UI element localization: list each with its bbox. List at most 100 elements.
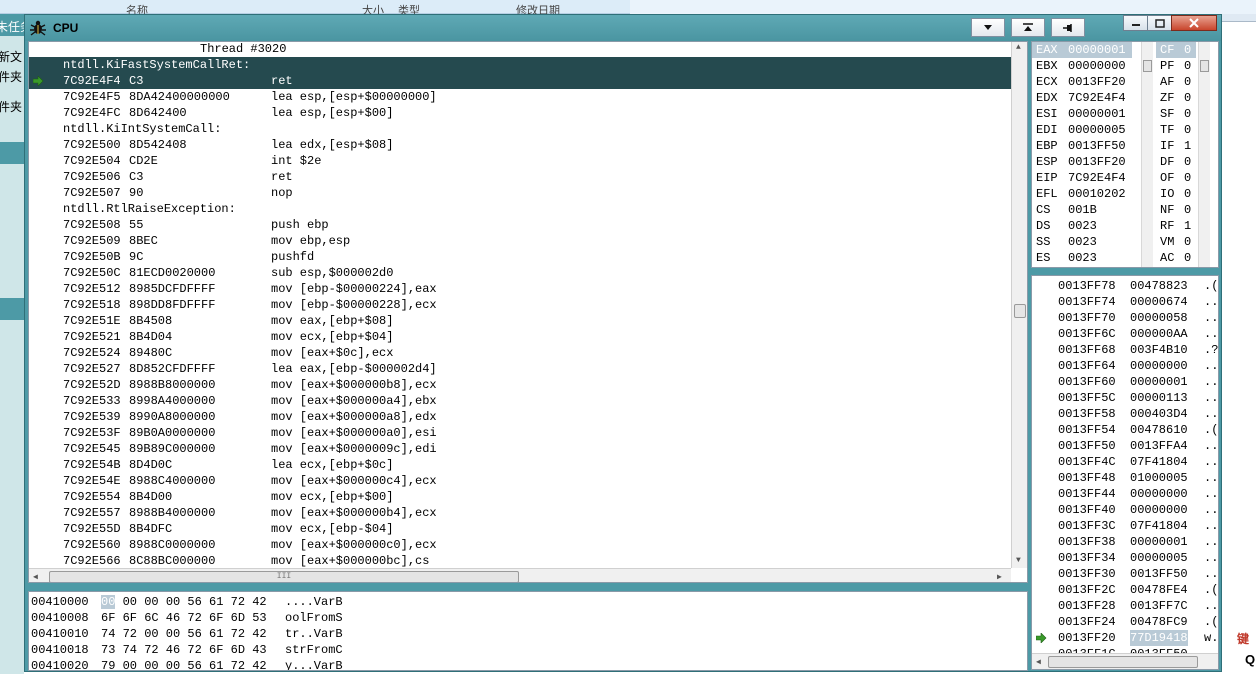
stack-value[interactable]: 000403D4 bbox=[1130, 406, 1188, 422]
stack-pane[interactable]: 0013FF78 00478823 .(0013FF74 00000674.. 0013… bbox=[1031, 275, 1219, 670]
dropdown-button[interactable] bbox=[971, 18, 1005, 37]
dump-bytes[interactable]: 6F 6F 6C 46 72 6F 6D 53 bbox=[101, 610, 267, 626]
register-value[interactable]: 00000001 bbox=[1068, 106, 1126, 122]
flag-value[interactable]: 0 bbox=[1184, 58, 1191, 74]
flag-row[interactable]: AF 0 bbox=[1156, 74, 1196, 90]
stack-row[interactable]: 0013FF58 000403D4.. bbox=[1032, 406, 1218, 422]
register-value[interactable]: 00000001 bbox=[1068, 42, 1126, 58]
disassembly-vertical-scrollbar[interactable]: ▲ ▼ bbox=[1011, 42, 1027, 568]
stack-row[interactable]: 0013FF44 00000000.. bbox=[1032, 486, 1218, 502]
stack-row[interactable]: 0013FF68 003F4B10.? bbox=[1032, 342, 1218, 358]
register-row[interactable]: EBP 0013FF50 bbox=[1032, 138, 1132, 154]
register-row[interactable]: SS 0023 bbox=[1032, 234, 1132, 250]
stack-row[interactable]: 0013FF5C 00000113.. bbox=[1032, 390, 1218, 406]
stack-row[interactable]: 0013FF70 00000058.. bbox=[1032, 310, 1218, 326]
disasm-code-row[interactable]: 7C92E521 8B4D04 mov ecx,[ebp+$04] bbox=[29, 329, 1011, 345]
stack-value[interactable]: 07F41804 bbox=[1130, 518, 1188, 534]
register-row[interactable]: EFL 00010202 bbox=[1032, 186, 1132, 202]
flag-value[interactable]: 1 bbox=[1184, 138, 1191, 154]
stack-row[interactable]: 0013FF30 0013FF50.. bbox=[1032, 566, 1218, 582]
register-row[interactable]: ESP 0013FF20 bbox=[1032, 154, 1132, 170]
flag-value[interactable]: 0 bbox=[1184, 42, 1191, 58]
register-row[interactable]: EIP 7C92E4F4 bbox=[1032, 170, 1132, 186]
flag-row[interactable]: IO 0 bbox=[1156, 186, 1196, 202]
scroll-up-icon[interactable]: ▲ bbox=[1016, 43, 1021, 52]
stack-row[interactable]: 0013FF20 77D19418 w. bbox=[1032, 630, 1218, 646]
scroll-left-icon[interactable]: ◀ bbox=[33, 572, 38, 582]
stack-value[interactable]: 00000000 bbox=[1130, 502, 1188, 518]
register-row[interactable]: DS 0023 bbox=[1032, 218, 1132, 234]
dump-bytes[interactable]: 73 74 72 46 72 6F 6D 43 bbox=[101, 642, 267, 658]
register-value[interactable]: 0023 bbox=[1068, 218, 1097, 234]
register-row[interactable]: EAX 00000001 bbox=[1032, 42, 1132, 58]
stack-row[interactable]: 0013FF48 01000005.. bbox=[1032, 470, 1218, 486]
disasm-code-row[interactable]: 7C92E500 8D542408 lea edx,[esp+$08] bbox=[29, 137, 1011, 153]
flag-value[interactable]: 0 bbox=[1184, 122, 1191, 138]
disasm-code-row[interactable]: 7C92E507 90 nop bbox=[29, 185, 1011, 201]
stack-value[interactable]: 00000001 bbox=[1130, 374, 1188, 390]
stack-value[interactable]: 00000113 bbox=[1130, 390, 1188, 406]
disasm-code-row[interactable]: 7C92E554 8B4D00 mov ecx,[ebp+$00] bbox=[29, 489, 1011, 505]
register-row[interactable]: ESI 00000001 bbox=[1032, 106, 1132, 122]
flag-value[interactable]: 0 bbox=[1184, 250, 1191, 266]
stack-row[interactable]: 0013FF50 0013FFA4.. bbox=[1032, 438, 1218, 454]
disassembly-horizontal-scrollbar[interactable]: ◀ III ▶ bbox=[29, 568, 1011, 582]
bg-left-item[interactable]: 新文 bbox=[0, 48, 22, 65]
stack-row[interactable]: 0013FF60 00000001.. bbox=[1032, 374, 1218, 390]
flag-value[interactable]: 0 bbox=[1184, 186, 1191, 202]
flag-value[interactable]: 0 bbox=[1184, 234, 1191, 250]
stack-value[interactable]: 003F4B10 bbox=[1130, 342, 1188, 358]
stack-row[interactable]: 0013FF64 00000000.. bbox=[1032, 358, 1218, 374]
stack-row[interactable]: 0013FF28 0013FF7C.. bbox=[1032, 598, 1218, 614]
disasm-code-row[interactable]: 7C92E512 8985DCFDFFFF mov [ebp-$00000224],… bbox=[29, 281, 1011, 297]
flag-value[interactable]: 0 bbox=[1184, 202, 1191, 218]
stack-value[interactable]: 0013FF7C bbox=[1130, 598, 1188, 614]
disasm-code-row[interactable]: 7C92E53F 89B0A0000000 mov [eax+$000000a0],… bbox=[29, 425, 1011, 441]
collapse-up-button[interactable] bbox=[1011, 18, 1045, 37]
stack-value[interactable]: 00478FC9 bbox=[1130, 614, 1188, 630]
disasm-code-row[interactable]: 7C92E50B 9C pushfd bbox=[29, 249, 1011, 265]
register-value[interactable]: 00000005 bbox=[1068, 122, 1126, 138]
stack-value[interactable]: 0013FF50 bbox=[1130, 566, 1188, 582]
flags-scrollbar[interactable] bbox=[1198, 42, 1210, 267]
dump-byte-selected[interactable]: 00 bbox=[101, 595, 116, 609]
flag-row[interactable]: TF 0 bbox=[1156, 122, 1196, 138]
disasm-code-row[interactable]: 7C92E560 8988C0000000 mov [eax+$000000c0],… bbox=[29, 537, 1011, 553]
stack-value[interactable]: 0013FFA4 bbox=[1130, 438, 1188, 454]
dump-bytes[interactable]: 74 72 00 00 56 61 72 42 bbox=[101, 626, 267, 642]
flag-value[interactable]: 0 bbox=[1184, 90, 1191, 106]
pin-button[interactable] bbox=[1051, 18, 1085, 37]
disasm-label-row[interactable]: ntdll.KiIntSystemCall: bbox=[29, 121, 1011, 137]
flag-row[interactable]: SF 0 bbox=[1156, 106, 1196, 122]
stack-horizontal-scrollbar[interactable]: ◀ bbox=[1032, 653, 1218, 669]
register-row[interactable]: EDX 7C92E4F4 bbox=[1032, 90, 1132, 106]
disasm-code-row[interactable]: 7C92E52D 8988B8000000 mov [eax+$000000b8],… bbox=[29, 377, 1011, 393]
registers-scrollbar[interactable] bbox=[1141, 42, 1153, 267]
flag-value[interactable]: 0 bbox=[1184, 170, 1191, 186]
disasm-code-row[interactable]: 7C92E524 89480C mov [eax+$0c],ecx bbox=[29, 345, 1011, 361]
disasm-code-row[interactable]: 7C92E533 8998A4000000 mov [eax+$000000a4],… bbox=[29, 393, 1011, 409]
disasm-code-row[interactable]: 7C92E509 8BEC mov ebp,esp bbox=[29, 233, 1011, 249]
stack-value[interactable]: 07F41804 bbox=[1130, 454, 1188, 470]
stack-value[interactable]: 00000005 bbox=[1130, 550, 1188, 566]
disasm-code-row[interactable]: 7C92E557 8988B4000000 mov [eax+$000000b4],… bbox=[29, 505, 1011, 521]
close-button[interactable] bbox=[1171, 15, 1217, 31]
dump-bytes[interactable]: 00 00 00 00 56 61 72 42 bbox=[101, 594, 267, 610]
stack-value[interactable]: 01000005 bbox=[1130, 470, 1188, 486]
register-row[interactable]: CS 001B bbox=[1032, 202, 1132, 218]
flag-row[interactable]: DF 0 bbox=[1156, 154, 1196, 170]
stack-row[interactable]: 0013FF78 00478823 .( bbox=[1032, 278, 1218, 294]
disasm-code-row[interactable]: 7C92E51E 8B4508 mov eax,[ebp+$08] bbox=[29, 313, 1011, 329]
stack-value[interactable]: 00478610 bbox=[1130, 422, 1188, 438]
flag-row[interactable]: OF 0 bbox=[1156, 170, 1196, 186]
disasm-code-row[interactable]: 7C92E518 898DD8FDFFFF mov [ebp-$00000228],… bbox=[29, 297, 1011, 313]
flag-row[interactable]: CF 0 bbox=[1156, 42, 1196, 58]
bg-left-item[interactable]: 件夹 bbox=[0, 98, 22, 115]
register-value[interactable]: 0013FF20 bbox=[1068, 154, 1126, 170]
flag-row[interactable]: AC 0 bbox=[1156, 250, 1196, 266]
register-value[interactable]: 0013FF50 bbox=[1068, 138, 1126, 154]
disasm-code-row[interactable]: 7C92E4F5 8DA42400000000 lea esp,[esp+$0000… bbox=[29, 89, 1011, 105]
stack-row[interactable]: 0013FF40 00000000.. bbox=[1032, 502, 1218, 518]
stack-row[interactable]: 0013FF38 00000001.. bbox=[1032, 534, 1218, 550]
flag-row[interactable]: PF 0 bbox=[1156, 58, 1196, 74]
